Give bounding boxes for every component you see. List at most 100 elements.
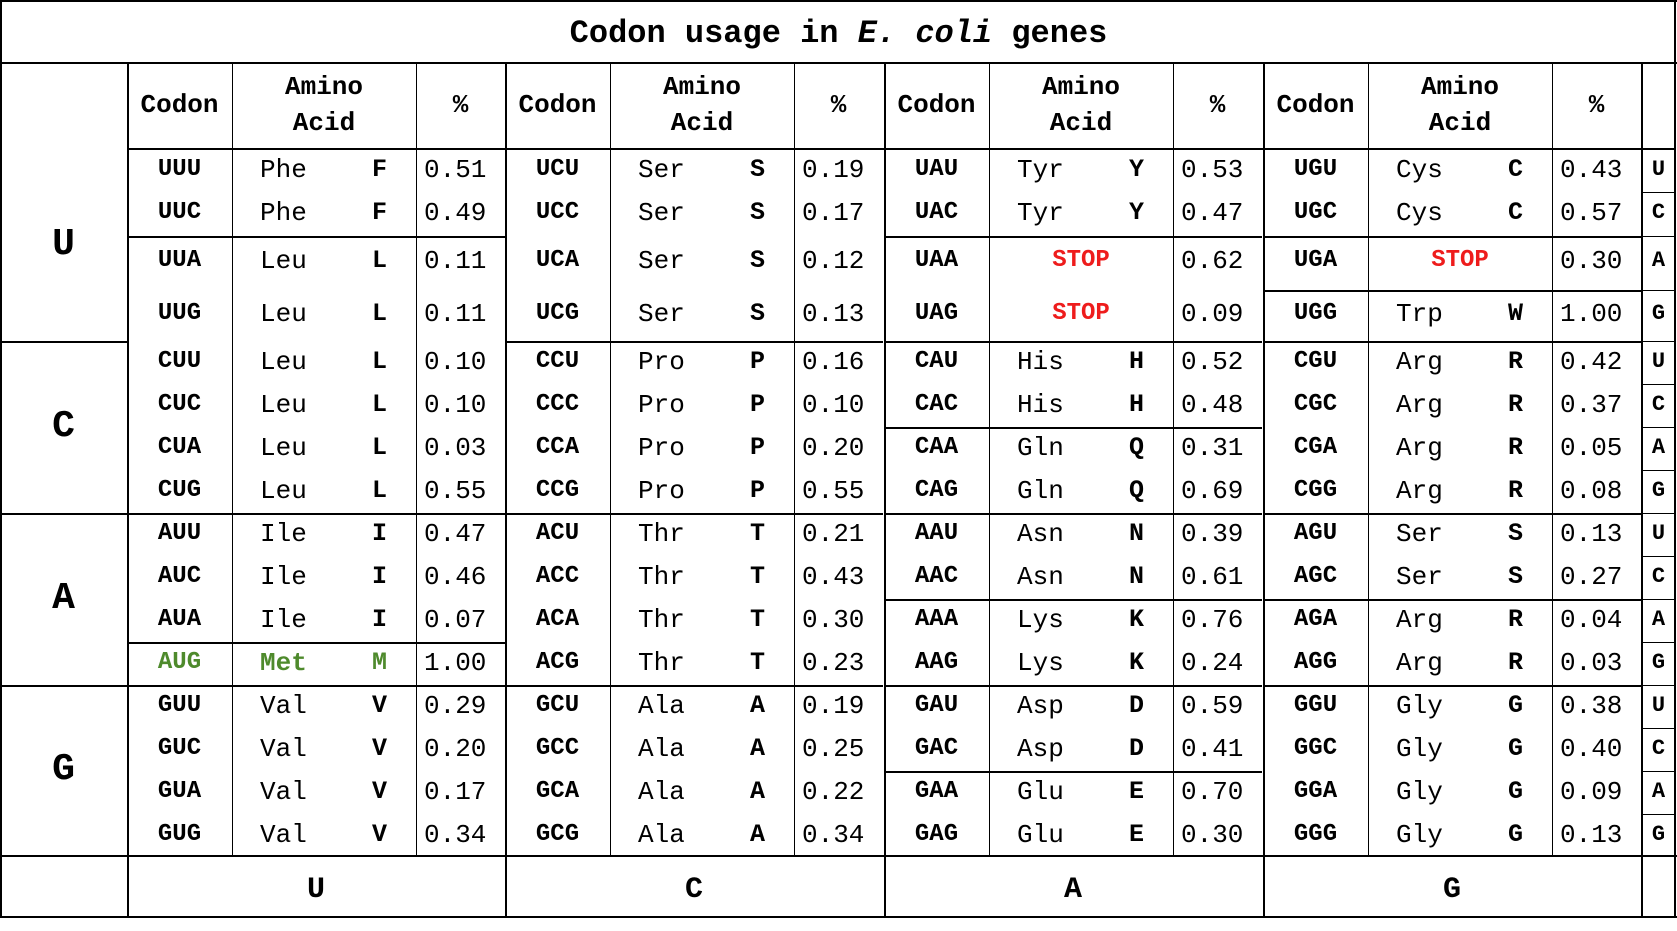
percent-value: 0.52 [1181,347,1244,377]
percent-value: 0.09 [1181,299,1244,329]
percent-value: 0.08 [1560,476,1623,506]
codon-cell: GCC [535,735,580,762]
percent-value: 0.21 [802,519,865,549]
codon-cell: ACA [535,606,580,633]
amino-acid-letter: S [1507,519,1523,548]
third-base-row-divider [1641,771,1676,772]
codon-cell: AGU [1293,520,1338,547]
amino-acid-letter: Q [1128,476,1144,505]
percent-value: 0.13 [802,299,865,329]
title-prefix: Codon usage in [569,15,839,52]
codon-cell: AGA [1293,606,1338,633]
amino-acid-letter: N [1128,562,1144,591]
amino-acid-letter: L [371,476,387,505]
third-base-row-divider [1641,685,1676,686]
header-acid: Acid [1049,108,1113,138]
codon-cell: UGU [1293,156,1338,183]
codon-cell: AAU [914,520,959,547]
codon-cell: CGU [1293,348,1338,375]
percent-value: 0.07 [424,605,487,635]
first-base-label: U [52,223,75,266]
aa-pct-divider [1552,62,1553,855]
codon-cell: GGU [1293,692,1338,719]
percent-value: 0.11 [424,299,487,329]
amino-acid-letter: P [749,476,765,505]
header-amino: Amino [284,72,363,102]
third-base-row-divider [1641,728,1676,729]
codon-cell: GGA [1293,778,1338,805]
codon-cell: UUA [157,247,202,274]
codon-cell: GAA [914,778,959,805]
codon-cell: CCG [535,477,580,504]
aa-group-divider [505,513,883,515]
percent-value: 0.47 [1181,198,1244,228]
codon-cell: GGG [1293,821,1338,848]
codon-cell: CAG [914,477,959,504]
percent-value: 0.27 [1560,562,1623,592]
header-codon: Codon [518,90,597,120]
aa-group-divider [884,236,1262,238]
header-percent: % [1588,90,1605,120]
third-base-label: A [1651,779,1666,804]
amino-acid-letter: K [1128,648,1144,677]
codon-cell: UGG [1293,300,1338,327]
percent-value: 0.59 [1181,691,1244,721]
second-base-label: U [306,873,325,907]
percent-value: 1.00 [424,648,487,678]
aa-group-divider [1263,341,1641,343]
percent-value: 0.62 [1181,246,1244,276]
amino-acid-letter: E [1128,777,1144,806]
percent-value: 0.51 [424,155,487,185]
percent-value: 0.57 [1560,198,1623,228]
footer-divider [0,855,1677,857]
amino-acid-letter: Q [1128,433,1144,462]
percent-value: 0.20 [802,433,865,463]
amino-acid-letter: V [371,777,387,806]
amino-acid-letter: I [371,519,387,548]
codon-cell: CGG [1293,477,1338,504]
percent-value: 0.41 [1181,734,1244,764]
codon-cell: UCC [535,199,580,226]
codon-cell: CCA [535,434,580,461]
amino-acid-letter: G [1507,691,1523,720]
amino-acid-letter: L [371,433,387,462]
third-base-label: C [1651,200,1666,225]
codon-cell: AAA [914,606,959,633]
header-codon: Codon [1276,90,1355,120]
third-base-row-divider [1641,427,1676,428]
amino-acid-letter: G [1507,820,1523,849]
third-base-label: G [1651,650,1666,675]
amino-acid-letter: H [1128,347,1144,376]
header-codon: Codon [140,90,219,120]
percent-value: 0.17 [424,777,487,807]
codon-cell: CGA [1293,434,1338,461]
percent-value: 0.09 [1560,777,1623,807]
percent-value: 0.11 [424,246,487,276]
percent-value: 0.39 [1181,519,1244,549]
title-organism: E. coli [857,15,993,52]
codon-cell: GUG [157,821,202,848]
amino-acid-letter: W [1507,299,1523,328]
codon-cell: ACC [535,563,580,590]
aa-group-divider [884,513,1262,515]
codon-cell: CAA [914,434,959,461]
codon-cell: CCC [535,391,580,418]
third-base-label: G [1651,478,1666,503]
aa-group-divider [127,685,505,687]
percent-value: 0.10 [802,390,865,420]
stop-label: STOP [1052,247,1110,274]
percent-value: 0.55 [424,476,487,506]
amino-acid-letter: L [371,347,387,376]
codon-cell: GUC [157,735,202,762]
codon-cell: UAG [914,300,959,327]
codon-cell: CUC [157,391,202,418]
amino-acid-letter: R [1507,648,1523,677]
amino-acid-letter: A [749,734,765,763]
percent-value: 0.25 [802,734,865,764]
percent-value: 0.19 [802,155,865,185]
third-base-row-divider [1641,814,1676,815]
codon-cell: AAC [914,563,959,590]
codon-cell: CUA [157,434,202,461]
amino-acid-letter: S [749,198,765,227]
amino-acid-letter: R [1507,476,1523,505]
